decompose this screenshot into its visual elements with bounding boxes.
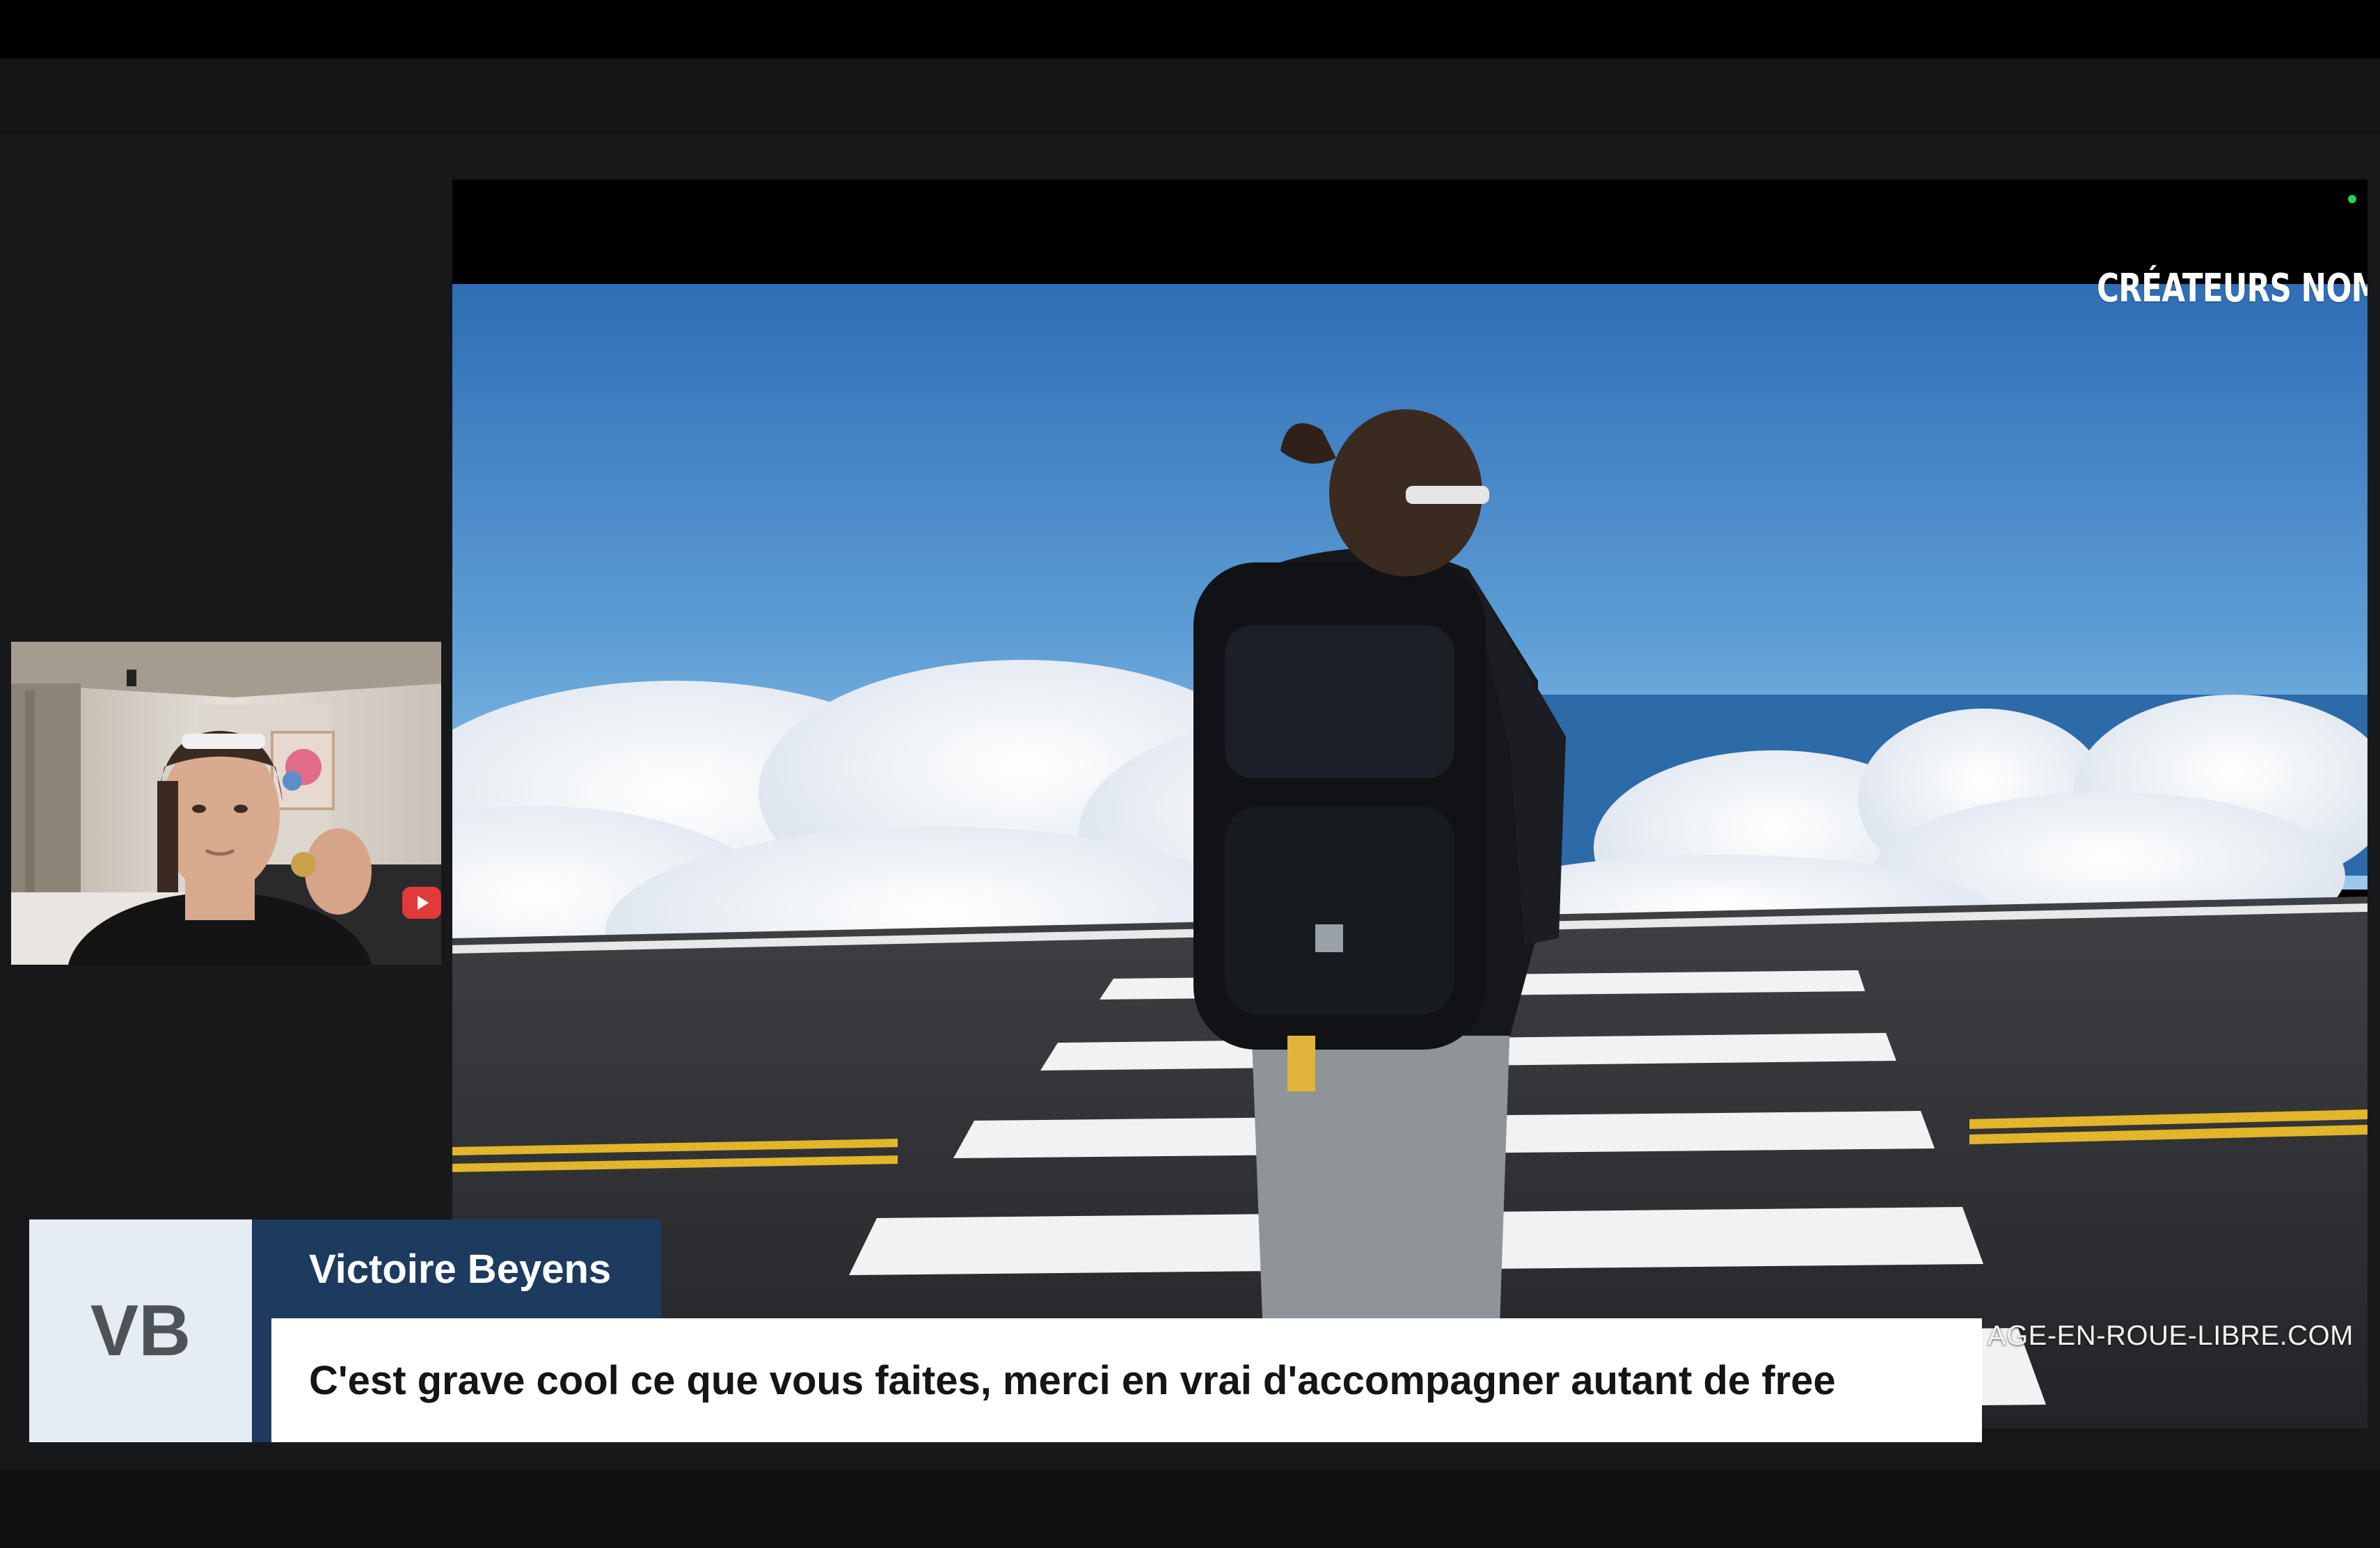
participant-message: C'est grave cool ce que vous faites, mer…: [271, 1318, 1982, 1442]
bottom-bar: [0, 1470, 2380, 1548]
stream-stage: CRÉATEURS NOMADES R AGE-EN-ROUE-LIBRE.CO…: [0, 0, 2380, 1548]
top-bar: [0, 0, 2380, 58]
shared-photo: [452, 180, 2367, 1428]
participant-avatar: VB: [29, 1219, 252, 1442]
brand-logo: CRÉATEURS NOMADES R: [2097, 266, 2367, 311]
youtube-play-icon[interactable]: [402, 887, 441, 919]
play-triangle-icon: [418, 896, 429, 910]
screen-share: CRÉATEURS NOMADES R AGE-EN-ROUE-LIBRE.CO…: [452, 180, 2367, 1428]
webcam-video: [11, 642, 441, 965]
webcam-tile[interactable]: [11, 642, 441, 965]
top-band: [0, 58, 2380, 135]
caption-accent-stripe: [252, 1219, 271, 1442]
live-dot-icon: [2348, 195, 2356, 203]
brand-logo-text: CRÉATEURS NOMADES: [2097, 266, 2367, 311]
website-watermark: AGE-EN-ROUE-LIBRE.COM: [1987, 1320, 2354, 1351]
participant-name: Victoire Beyens: [271, 1219, 661, 1318]
